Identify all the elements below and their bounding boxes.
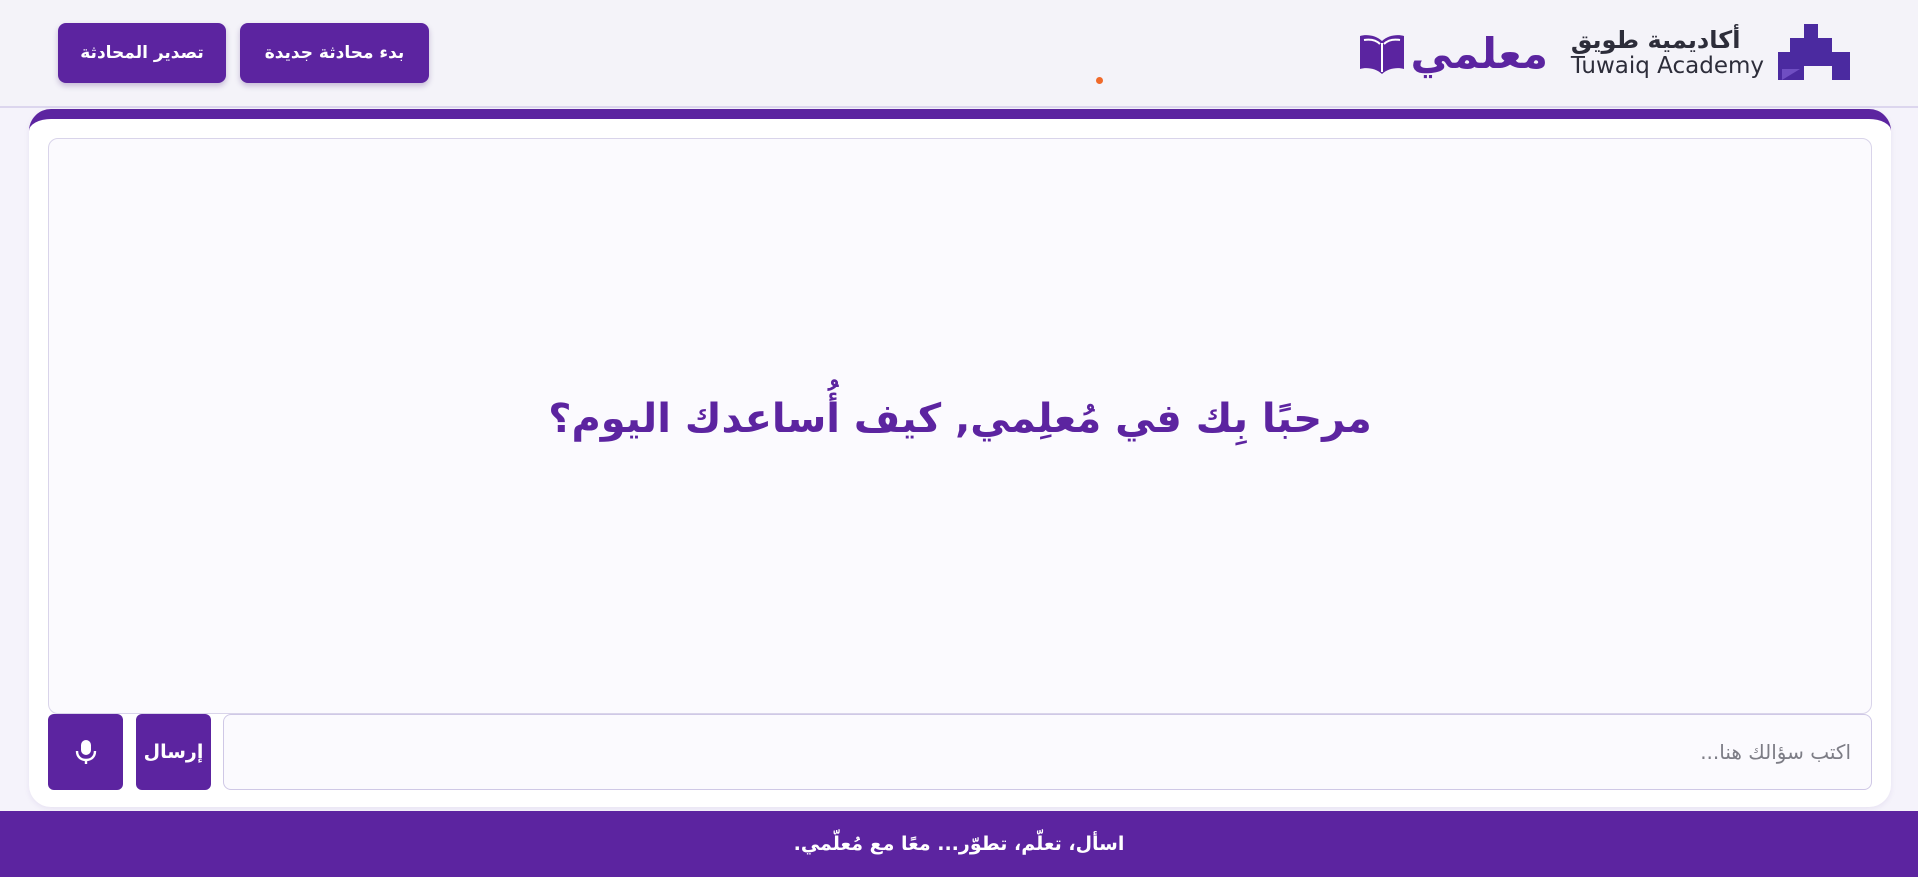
mic-button[interactable]: [48, 714, 123, 790]
welcome-message: مرحبًا بِك في مُعلِمي, كيف أُساعدك اليوم…: [548, 396, 1372, 442]
app-name: معلمي: [1410, 28, 1548, 78]
question-input[interactable]: [223, 714, 1872, 790]
chat-card: مرحبًا بِك في مُعلِمي, كيف أُساعدك اليوم…: [29, 109, 1891, 807]
app-header: أكاديمية طويق Tuwaiq Academy معلمي بدء م…: [0, 0, 1918, 108]
tuwaiq-academy-logo[interactable]: أكاديمية طويق Tuwaiq Academy: [1571, 24, 1850, 82]
microphone-icon: [75, 740, 96, 764]
academy-name-ar: أكاديمية طويق: [1570, 26, 1741, 55]
footer-tagline: اسأل، تعلّم، تطوّر... معًا مع مُعلّمي.: [0, 811, 1918, 877]
chat-messages-area[interactable]: مرحبًا بِك في مُعلِمي, كيف أُساعدك اليوم…: [48, 138, 1872, 714]
status-indicator-dot: [1096, 77, 1103, 84]
tuwaiq-logo-icon: [1778, 24, 1850, 80]
new-chat-button[interactable]: بدء محادثة جديدة: [240, 23, 429, 83]
export-chat-button[interactable]: تصدير المحادثة: [58, 23, 226, 83]
composer: إرسال: [48, 714, 1872, 790]
academy-name: أكاديمية طويق Tuwaiq Academy: [1571, 27, 1764, 79]
open-book-icon: [1360, 35, 1405, 74]
academy-name-en: Tuwaiq Academy: [1570, 52, 1764, 79]
send-button[interactable]: إرسال: [136, 714, 211, 790]
muallimi-logo[interactable]: معلمي: [1358, 22, 1548, 84]
